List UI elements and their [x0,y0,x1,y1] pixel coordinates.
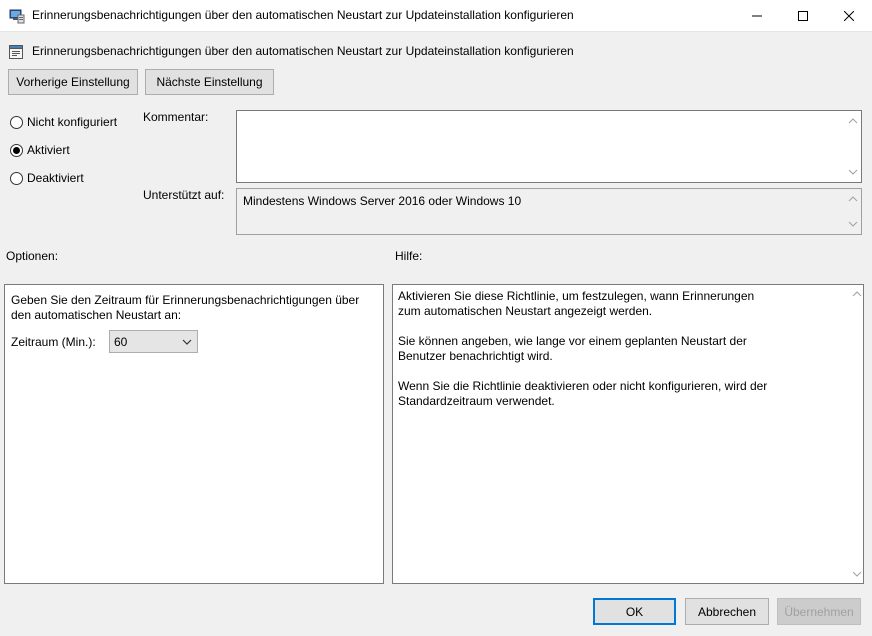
policy-setting-icon [9,45,23,59]
next-setting-button[interactable]: Nächste Einstellung [145,69,274,95]
maximize-button[interactable] [780,0,826,31]
scroll-up-icon[interactable] [848,116,858,126]
period-value: 60 [114,334,128,349]
setting-title: Erinnerungsbenachrichtigungen über den a… [32,44,574,58]
help-paragraph: Sie können angeben, wie lange vor einem … [398,334,747,363]
radio-label: Aktiviert [27,143,70,157]
title-bar: Erinnerungsbenachrichtigungen über den a… [0,0,872,32]
radio-label: Deaktiviert [27,171,84,185]
radio-button[interactable] [10,115,23,129]
radio-disabled[interactable]: Deaktiviert [10,170,84,186]
scroll-up-icon[interactable] [852,289,862,299]
cancel-button[interactable]: Abbrechen [685,598,769,625]
chevron-down-icon [182,339,192,345]
help-scrollbar[interactable] [851,285,863,583]
options-description: Geben Sie den Zeitraum für Erinnerungsbe… [11,293,360,322]
scroll-down-icon[interactable] [852,569,862,579]
window-title: Erinnerungsbenachrichtigungen über den a… [32,8,574,22]
comment-textarea[interactable] [236,110,862,183]
help-paragraph: Aktivieren Sie diese Richtlinie, um fest… [398,289,755,318]
period-label: Zeitraum (Min.): [11,335,96,349]
help-panel: Aktivieren Sie diese Richtlinie, um fest… [392,284,864,584]
supported-label: Unterstützt auf: [143,188,225,202]
help-heading: Hilfe: [395,249,423,263]
radio-label: Nicht konfiguriert [27,115,118,129]
scroll-down-icon[interactable] [848,219,858,229]
ok-button[interactable]: OK [593,598,676,625]
apply-button[interactable]: Übernehmen [777,598,861,625]
group-policy-icon [9,9,25,24]
radio-enabled[interactable]: Aktiviert [10,142,70,158]
close-button[interactable] [826,0,872,31]
period-select[interactable]: 60 [109,330,198,353]
scroll-down-icon[interactable] [848,167,858,177]
minimize-icon [752,15,762,16]
supported-field: Mindestens Windows Server 2016 oder Wind… [236,188,862,235]
comment-label: Kommentar: [143,110,209,124]
close-icon [844,10,854,21]
minimize-button[interactable] [734,0,780,31]
radio-button-checked[interactable] [10,143,23,157]
radio-not-configured[interactable]: Nicht konfiguriert [10,114,117,130]
previous-setting-button[interactable]: Vorherige Einstellung [8,69,138,95]
scroll-up-icon[interactable] [848,194,858,204]
options-heading: Optionen: [6,249,59,263]
help-text: Aktivieren Sie diese Richtlinie, um fest… [398,289,778,424]
maximize-icon [798,10,808,21]
radio-button[interactable] [10,171,23,185]
supported-value: Mindestens Windows Server 2016 oder Wind… [243,194,522,208]
options-panel: Geben Sie den Zeitraum für Erinnerungsbe… [4,284,384,584]
help-paragraph: Wenn Sie die Richtlinie deaktivieren ode… [398,379,768,408]
